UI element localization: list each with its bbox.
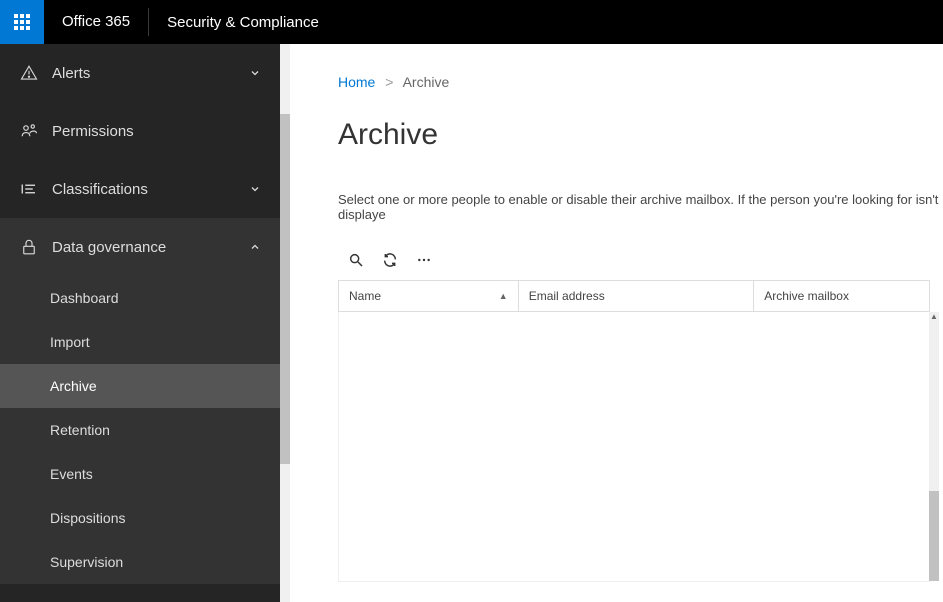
lock-icon: [18, 236, 40, 258]
sidebar-item-data-governance[interactable]: Data governance: [0, 218, 280, 276]
subnav-item-label: Dispositions: [50, 510, 125, 526]
sidebar-item-alerts[interactable]: Alerts: [0, 44, 280, 102]
table-scrollbar[interactable]: ▲: [929, 312, 939, 581]
chevron-up-icon: [248, 240, 262, 254]
column-header-email[interactable]: Email address: [518, 281, 754, 312]
sidebar-scrollbar[interactable]: [280, 44, 290, 602]
main-content: Home > Archive Archive Select one or mor…: [290, 44, 943, 602]
subnav-item-dispositions[interactable]: Dispositions: [0, 496, 280, 540]
chevron-down-icon: [248, 66, 262, 80]
more-button[interactable]: [414, 250, 434, 270]
subnav-item-label: Dashboard: [50, 290, 119, 306]
data-table: Name ▲ Email address Archive mailbox: [338, 280, 930, 312]
column-label: Name: [349, 289, 381, 303]
subnav-item-label: Supervision: [50, 554, 123, 570]
sidebar-item-label: Permissions: [52, 123, 262, 140]
sidebar-scrollbar-thumb[interactable]: [280, 114, 290, 464]
scroll-up-icon[interactable]: ▲: [929, 312, 939, 322]
search-button[interactable]: [346, 250, 366, 270]
sidebar-wrap: Alerts Permissions: [0, 44, 290, 602]
sidebar-item-label: Classifications: [52, 181, 248, 198]
breadcrumb-home-link[interactable]: Home: [338, 74, 375, 90]
sidebar-item-permissions[interactable]: Permissions: [0, 102, 280, 160]
search-icon: [348, 252, 364, 268]
table-wrap: Name ▲ Email address Archive mailbox: [338, 280, 943, 582]
permissions-icon: [18, 120, 40, 142]
subnav-item-label: Retention: [50, 422, 110, 438]
refresh-icon: [382, 252, 398, 268]
column-header-archive[interactable]: Archive mailbox: [754, 281, 930, 312]
page-title: Archive: [338, 118, 943, 152]
sort-asc-icon: ▲: [499, 291, 508, 301]
alert-icon: [18, 62, 40, 84]
sidebar-item-label: Alerts: [52, 65, 248, 82]
subnav-item-archive[interactable]: Archive: [0, 364, 280, 408]
app-name-label: Security & Compliance: [149, 14, 337, 31]
subnav-item-events[interactable]: Events: [0, 452, 280, 496]
app-launcher-button[interactable]: [0, 0, 44, 44]
table-scrollbar-thumb[interactable]: [929, 491, 939, 581]
subnav-data-governance: Dashboard Import Archive Retention Event…: [0, 276, 280, 584]
table-body: ▲: [338, 312, 930, 582]
chevron-down-icon: [248, 182, 262, 196]
subnav-item-label: Import: [50, 334, 90, 350]
ellipsis-icon: [416, 252, 432, 268]
subnav-item-dashboard[interactable]: Dashboard: [0, 276, 280, 320]
brand-label[interactable]: Office 365: [44, 8, 149, 36]
toolbar: [338, 250, 943, 270]
subnav-item-label: Archive: [50, 378, 97, 394]
breadcrumb-separator: >: [385, 74, 393, 90]
subnav-item-import[interactable]: Import: [0, 320, 280, 364]
sidebar-item-label: Data governance: [52, 239, 248, 256]
page-description: Select one or more people to enable or d…: [338, 192, 943, 222]
breadcrumb-current: Archive: [403, 74, 450, 90]
subnav-item-supervision[interactable]: Supervision: [0, 540, 280, 584]
sidebar: Alerts Permissions: [0, 44, 280, 602]
classifications-icon: [18, 178, 40, 200]
column-header-name[interactable]: Name ▲: [339, 281, 519, 312]
sidebar-item-classifications[interactable]: Classifications: [0, 160, 280, 218]
breadcrumb: Home > Archive: [338, 74, 943, 90]
topbar: Office 365 Security & Compliance: [0, 0, 943, 44]
subnav-item-retention[interactable]: Retention: [0, 408, 280, 452]
subnav-item-label: Events: [50, 466, 93, 482]
waffle-icon: [14, 14, 30, 30]
refresh-button[interactable]: [380, 250, 400, 270]
column-label: Email address: [529, 289, 605, 303]
column-label: Archive mailbox: [764, 289, 849, 303]
